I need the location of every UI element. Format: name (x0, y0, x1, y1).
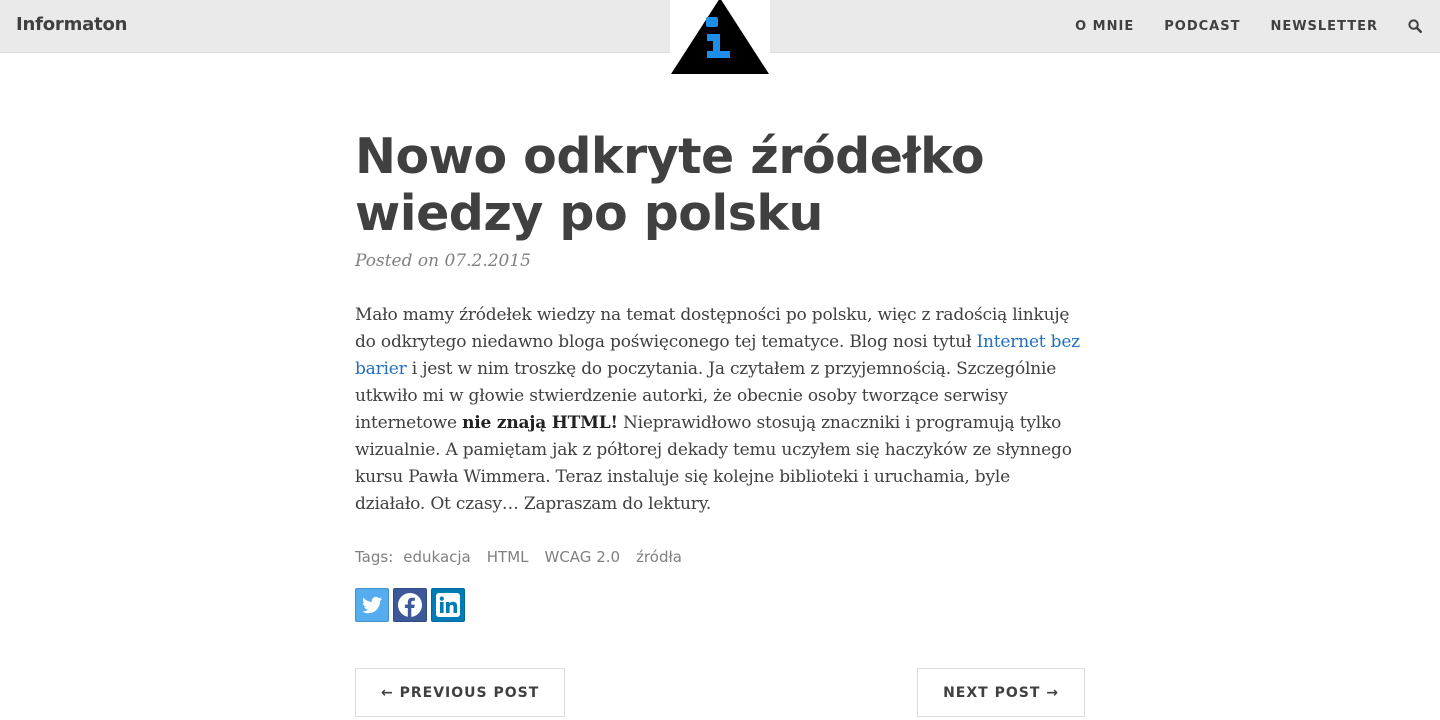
site-brand-link[interactable]: Informaton (16, 14, 127, 35)
linkedin-icon (436, 593, 460, 617)
tag-link[interactable]: edukacja (403, 548, 470, 566)
tag-link[interactable]: WCAG 2.0 (545, 548, 621, 566)
site-logo[interactable] (670, 0, 770, 76)
paragraph-text: Mało mamy źródełek wiedzy na temat dostę… (355, 305, 1070, 352)
share-twitter-button[interactable] (355, 588, 389, 622)
tag-link[interactable]: źródła (636, 548, 682, 566)
previous-post-button[interactable]: ← PREVIOUS POST (355, 668, 566, 717)
tags-label: Tags: (355, 548, 394, 566)
post-pager: ← PREVIOUS POST NEXT POST → (355, 668, 1085, 717)
next-post-button[interactable]: NEXT POST → (917, 668, 1085, 717)
post-date: Posted on 07.2.2015 (355, 251, 531, 271)
emphasis-text: nie znają HTML! (462, 413, 618, 433)
tag-link[interactable]: HTML (487, 548, 529, 566)
post-article: Nowo odkryte źródełko wiedzy po polsku P… (355, 128, 1085, 622)
post-title: Nowo odkryte źródełko wiedzy po polsku (355, 128, 1085, 242)
post-content: Mało mamy źródełek wiedzy na temat dostę… (355, 302, 1085, 518)
post-tags: Tags: edukacja HTML WCAG 2.0 źródła (355, 548, 1085, 566)
nav-item-podcast[interactable]: PODCAST (1164, 19, 1240, 34)
share-buttons (355, 588, 1085, 622)
share-linkedin-button[interactable] (431, 588, 465, 622)
info-triangle-logo-icon (671, 0, 769, 74)
nav-item-o-mnie[interactable]: O MNIE (1075, 19, 1134, 34)
facebook-icon (398, 593, 422, 617)
twitter-icon (362, 596, 382, 614)
share-facebook-button[interactable] (393, 588, 427, 622)
post-title-line-1: Nowo odkryte źródełko (355, 128, 985, 185)
main-nav: O MNIE PODCAST NEWSLETTER (1075, 0, 1440, 52)
post-paragraph: Mało mamy źródełek wiedzy na temat dostę… (355, 302, 1085, 518)
post-title-line-2: wiedzy po polsku (355, 185, 823, 242)
search-icon (1408, 19, 1422, 33)
nav-item-newsletter[interactable]: NEWSLETTER (1270, 19, 1378, 34)
search-button[interactable] (1408, 19, 1422, 33)
